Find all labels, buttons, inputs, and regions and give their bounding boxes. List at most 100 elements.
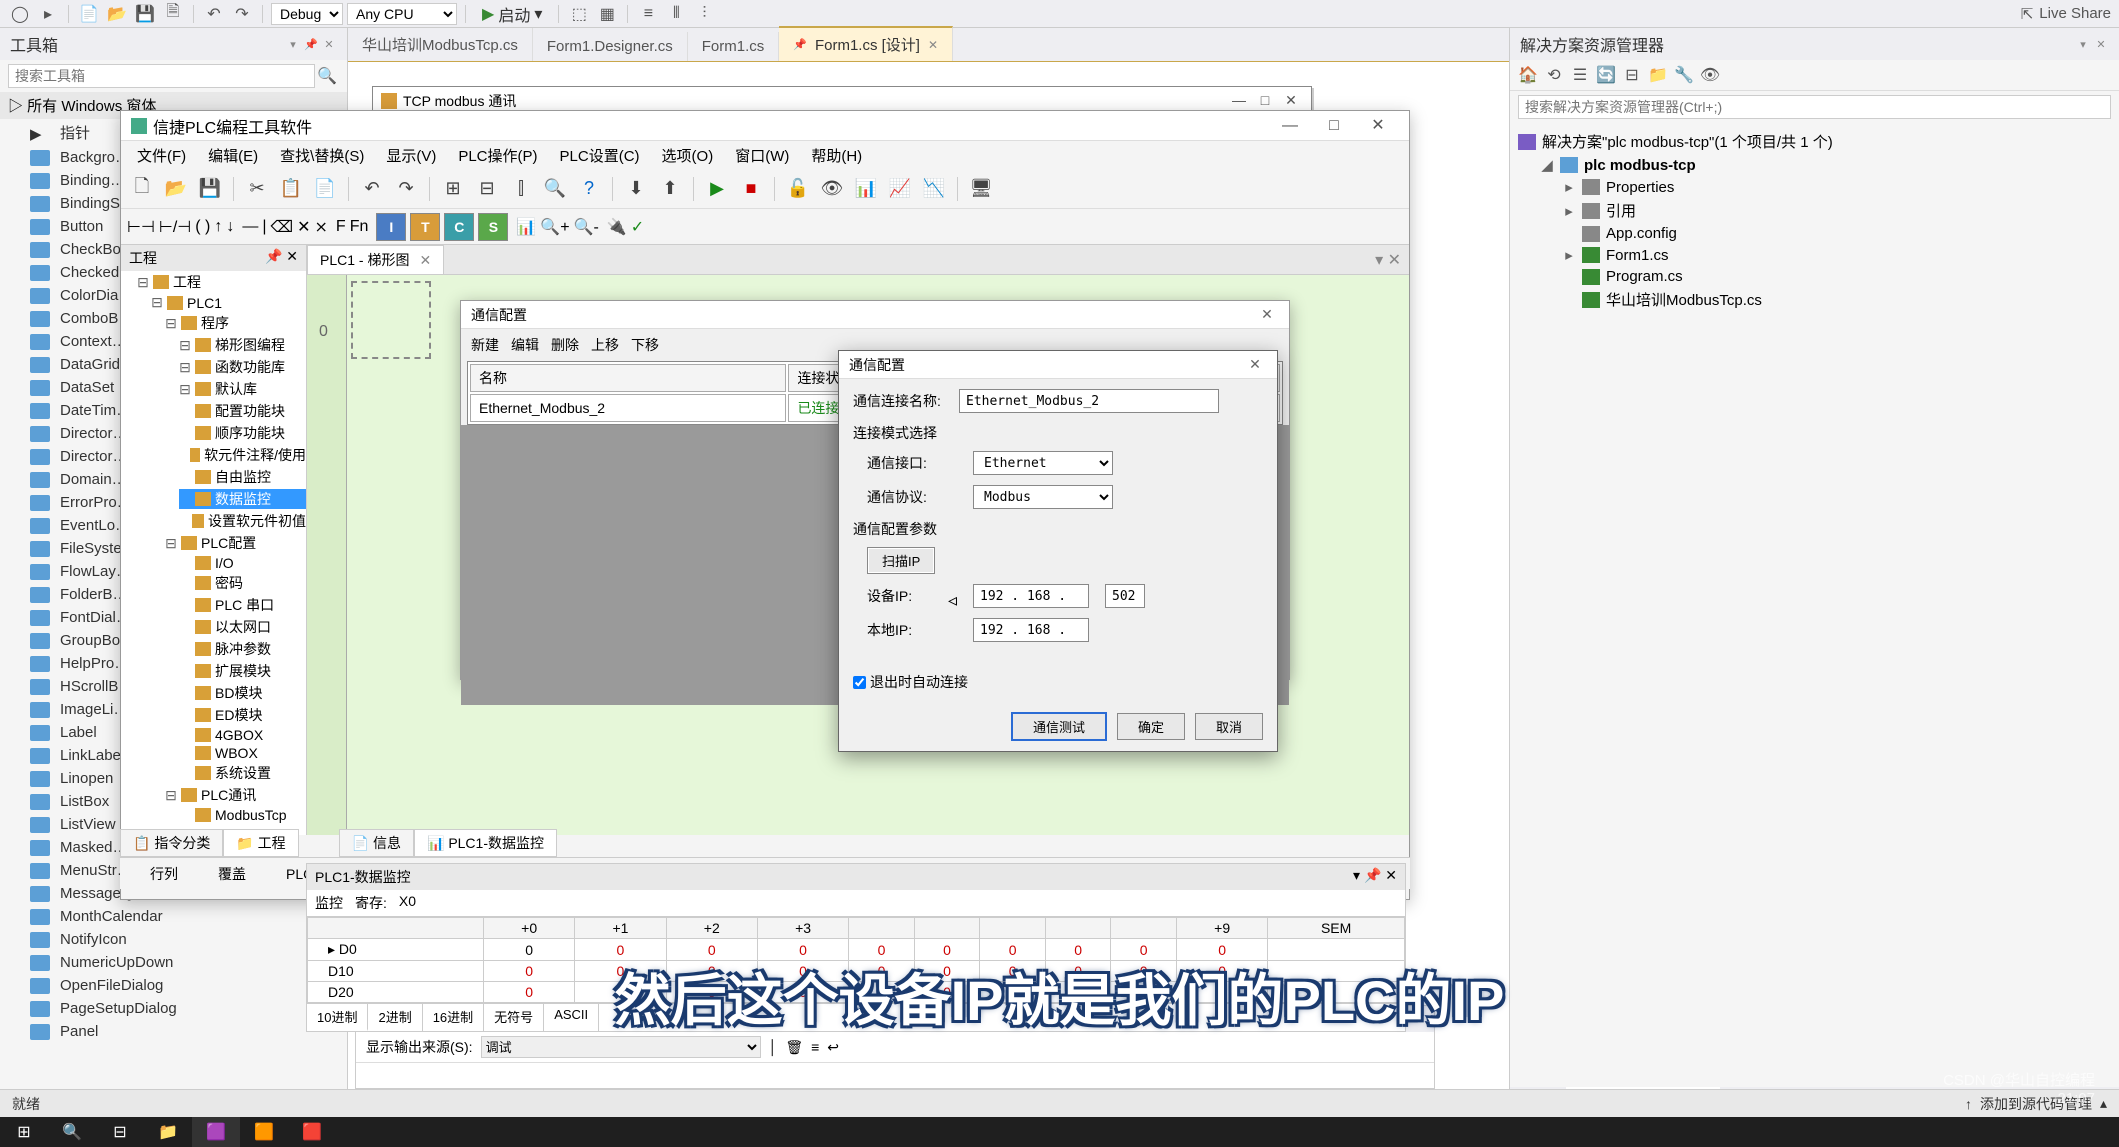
- tb-icon[interactable]: ⬚: [567, 2, 591, 26]
- zoom-out-icon[interactable]: 🔍-: [574, 217, 599, 237]
- tab-form1-cs[interactable]: Form1.cs: [688, 32, 780, 61]
- local-ip-input[interactable]: [973, 618, 1089, 642]
- ladder-tab[interactable]: PLC1 - 梯形图✕: [307, 245, 444, 274]
- tree-node[interactable]: 系统设置: [179, 763, 306, 783]
- tb-icon[interactable]: ☰: [1568, 64, 1592, 86]
- wrap-icon[interactable]: ↩: [827, 1039, 839, 1056]
- solution-item[interactable]: ▸引用: [1518, 198, 2111, 223]
- tree-node[interactable]: 自由监控: [179, 467, 306, 487]
- redo-icon[interactable]: ↷: [391, 174, 421, 204]
- menu-item[interactable]: 帮助(H): [801, 143, 872, 168]
- menu-item[interactable]: 选项(O): [652, 143, 724, 168]
- toolbar-action[interactable]: 下移: [631, 335, 659, 355]
- close-icon[interactable]: ✕: [2093, 36, 2109, 52]
- toggle-icon[interactable]: ≡: [811, 1039, 819, 1055]
- run-icon[interactable]: ▶: [702, 174, 732, 204]
- tree-node[interactable]: ⊟工程: [137, 272, 306, 292]
- stop-icon[interactable]: ■: [736, 174, 766, 204]
- undo-icon[interactable]: ↶: [357, 174, 387, 204]
- menu-item[interactable]: 文件(F): [127, 143, 196, 168]
- pin-icon[interactable]: 📌: [793, 38, 807, 51]
- conn-name-input[interactable]: [959, 389, 1219, 413]
- menu-item[interactable]: 窗口(W): [725, 143, 799, 168]
- tree-node[interactable]: ⊟PLC配置: [165, 533, 306, 553]
- solution-node[interactable]: 解决方案"plc modbus-tcp"(1 个项目/共 1 个): [1518, 129, 2111, 154]
- redo-icon[interactable]: ↷: [230, 2, 254, 26]
- vline-icon[interactable]: |: [262, 218, 266, 236]
- menu-item[interactable]: PLC操作(P): [448, 143, 547, 168]
- tree-node[interactable]: 以太网口: [179, 617, 306, 637]
- refresh-icon[interactable]: 🔄: [1594, 64, 1618, 86]
- toolbar-action[interactable]: 新建: [471, 335, 499, 355]
- cancel-button[interactable]: 取消: [1195, 713, 1263, 740]
- mon-icon[interactable]: 👁: [817, 174, 847, 204]
- radix-tab[interactable]: 无符号: [484, 1004, 544, 1031]
- maximize-icon[interactable]: □: [1313, 112, 1355, 140]
- tree-node[interactable]: 4GBOX: [179, 727, 306, 743]
- taskbar-app[interactable]: 🟧: [240, 1117, 288, 1147]
- align-icon[interactable]: ≡: [636, 2, 660, 26]
- menu-item[interactable]: 查找\替换(S): [270, 143, 374, 168]
- ladder-icon[interactable]: ⊞: [438, 174, 468, 204]
- test-button[interactable]: 通信测试: [1011, 712, 1107, 741]
- pin-icon[interactable]: 📌: [1364, 867, 1381, 883]
- output-source-select[interactable]: 调试: [481, 1036, 761, 1058]
- upload-icon[interactable]: ⬆: [655, 174, 685, 204]
- save-icon[interactable]: 💾: [195, 174, 225, 204]
- contact-icon[interactable]: ⊢⊣: [127, 217, 155, 237]
- nav-fwd-icon[interactable]: ▸: [36, 2, 60, 26]
- pin-icon[interactable]: 📌: [265, 248, 282, 264]
- i-block-icon[interactable]: I: [376, 213, 406, 241]
- tree-node[interactable]: ⊟PLC通讯: [165, 785, 306, 805]
- config-combo[interactable]: Debug: [271, 3, 343, 25]
- tree-node[interactable]: ⊟默认库: [179, 379, 306, 399]
- tb-icon[interactable]: 📈: [885, 174, 915, 204]
- solution-item[interactable]: App.config: [1518, 223, 2111, 244]
- device-ip-input[interactable]: [973, 584, 1089, 608]
- tree-node[interactable]: 设置软元件初值: [179, 511, 306, 531]
- paste-icon[interactable]: 📄: [310, 174, 340, 204]
- search-icon[interactable]: 🔍: [315, 66, 339, 86]
- radix-tab[interactable]: 10进制: [307, 1004, 368, 1031]
- close-icon[interactable]: ✕: [928, 38, 938, 52]
- down-icon[interactable]: ↓: [226, 218, 234, 236]
- save-icon[interactable]: 💾: [133, 2, 157, 26]
- dropdown-icon[interactable]: ▾: [1353, 867, 1360, 883]
- tab-designer-cs[interactable]: Form1.Designer.cs: [533, 32, 688, 61]
- toolbox-item[interactable]: Panel: [0, 1020, 347, 1043]
- tree-node[interactable]: 软元件注释/使用: [179, 445, 306, 465]
- clear-icon[interactable]: 🗑: [785, 1039, 803, 1056]
- align-icon-2[interactable]: ⫴: [664, 2, 688, 26]
- tree-node[interactable]: ⊟梯形图编程: [179, 335, 306, 355]
- pin-icon[interactable]: 📌: [303, 36, 319, 52]
- radix-tab[interactable]: ASCII: [544, 1004, 599, 1031]
- download-icon[interactable]: ⬇: [621, 174, 651, 204]
- start-button[interactable]: ⊞: [0, 1117, 48, 1147]
- up-icon[interactable]: ↑: [214, 218, 222, 236]
- align-icon-3[interactable]: ⫶: [692, 2, 716, 26]
- tree-node[interactable]: BD模块: [179, 683, 306, 703]
- open-icon[interactable]: 📂: [161, 174, 191, 204]
- close-icon[interactable]: ✕: [419, 252, 431, 268]
- preview-icon[interactable]: 👁: [1698, 64, 1722, 86]
- tree-node[interactable]: 顺序功能块: [179, 423, 306, 443]
- device-port-input[interactable]: [1105, 584, 1145, 608]
- sync-icon[interactable]: ⟲: [1542, 64, 1566, 86]
- tb-icon-2[interactable]: ▦: [595, 2, 619, 26]
- ok-button[interactable]: 确定: [1117, 713, 1185, 740]
- t-block-icon[interactable]: T: [410, 213, 440, 241]
- del-icon[interactable]: ⨯: [315, 217, 328, 237]
- project-node[interactable]: ◢plc modbus-tcp: [1518, 154, 2111, 176]
- toolbox-item[interactable]: NumericUpDown: [0, 951, 347, 974]
- line-icon[interactable]: —: [242, 218, 258, 236]
- copy-icon[interactable]: 📋: [276, 174, 306, 204]
- close-icon[interactable]: ✕: [1357, 112, 1399, 140]
- new-icon[interactable]: 📄: [77, 2, 101, 26]
- undo-icon[interactable]: ↶: [202, 2, 226, 26]
- tree-node[interactable]: 扩展模块: [179, 661, 306, 681]
- taskview-button[interactable]: ⊟: [96, 1117, 144, 1147]
- solution-item[interactable]: 华山培训ModbusTcp.cs: [1518, 287, 2111, 312]
- tb-icon[interactable]: │: [769, 1039, 778, 1055]
- search-icon[interactable]: 🔍: [540, 174, 570, 204]
- scan-ip-button[interactable]: 扫描IP: [867, 547, 935, 574]
